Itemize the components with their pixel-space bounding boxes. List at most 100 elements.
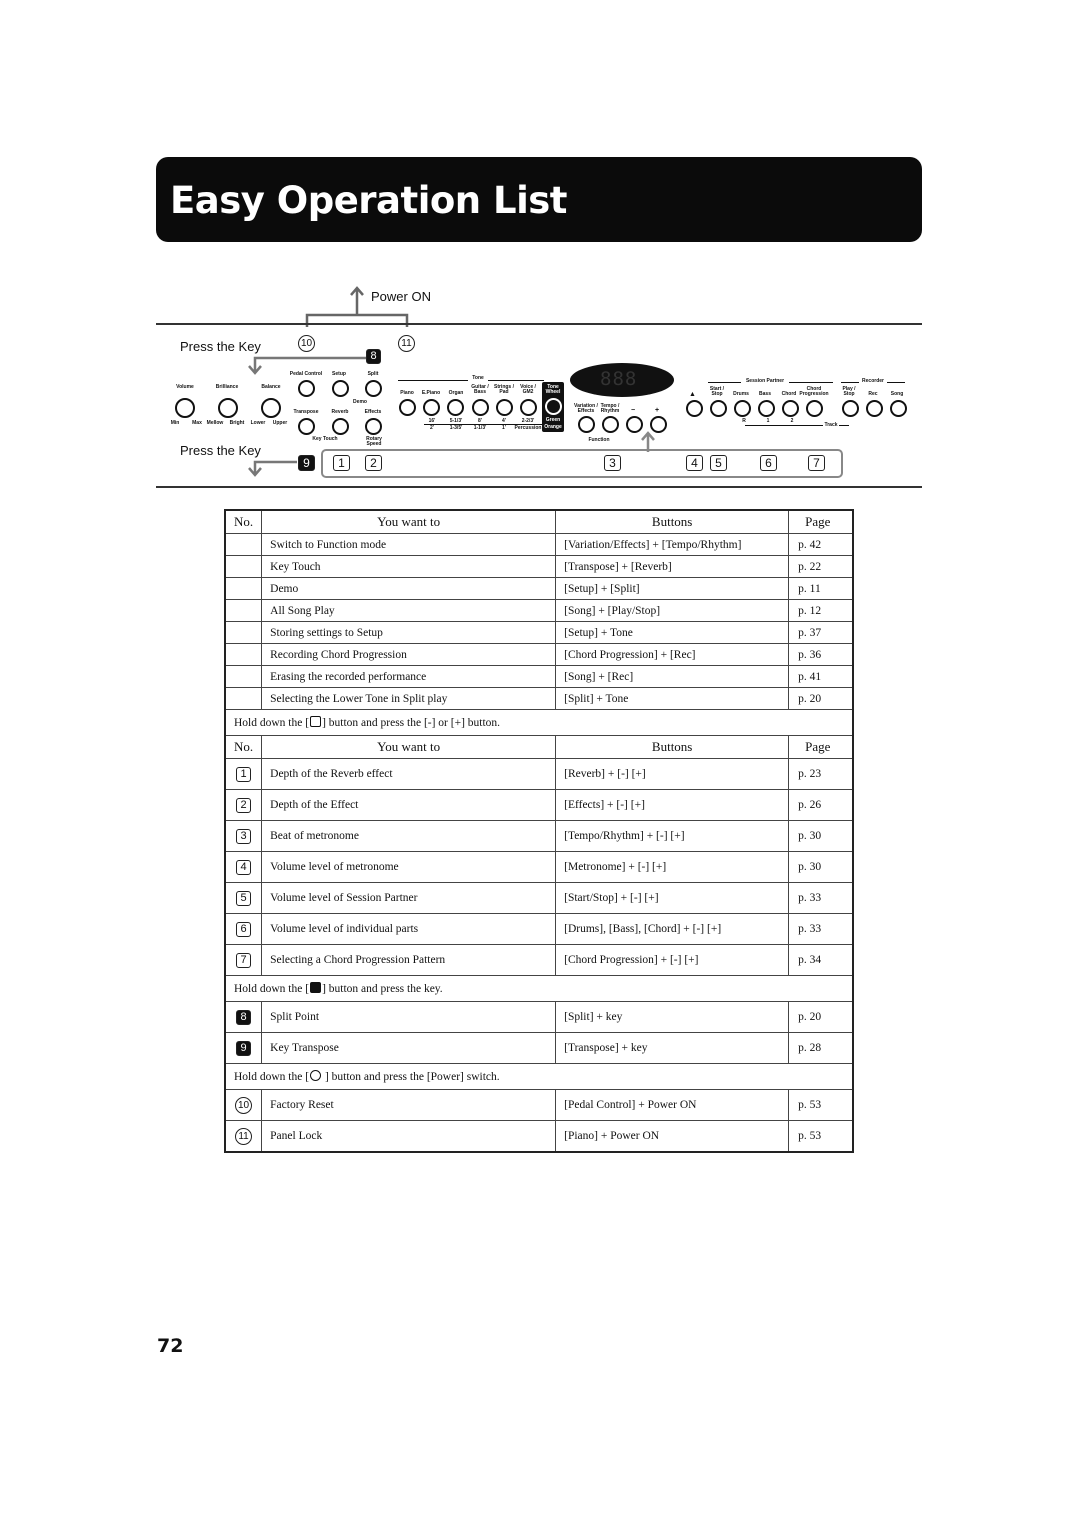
operations-table: No. You want to Buttons Page Switch to F…	[224, 509, 854, 1153]
strings-pad-button[interactable]	[496, 399, 513, 416]
cell-buttons: [Pedal Control] + Power ON	[555, 1089, 790, 1121]
volume-knob[interactable]	[175, 398, 195, 418]
song-button[interactable]	[890, 400, 907, 417]
footage-1-3-5: 1-3/5'	[449, 425, 463, 431]
play-stop-label: Play / Stop	[842, 386, 856, 397]
cell-want: Beat of metronome	[261, 820, 557, 852]
marker-1: 1	[333, 455, 350, 471]
setup-label: Setup	[332, 371, 346, 377]
cell-want: Split Point	[261, 1001, 557, 1033]
chord-progression-button[interactable]	[806, 400, 823, 417]
brilliance-knob[interactable]	[218, 398, 238, 418]
cell-want: Volume level of individual parts	[261, 913, 557, 945]
chord-button[interactable]	[782, 400, 799, 417]
cell-page: p. 23	[788, 758, 854, 790]
metronome-button[interactable]	[686, 400, 703, 417]
divider-bottom	[156, 486, 922, 488]
row-number-badge: 1	[236, 766, 252, 782]
cell-page: p. 11	[788, 577, 854, 600]
variation-effects-button[interactable]	[578, 416, 595, 433]
table-row: 4 Volume level of metronome [Metronome] + …	[224, 851, 854, 883]
piano-button[interactable]	[399, 399, 416, 416]
organ-button[interactable]	[447, 399, 464, 416]
tempo-rhythm-button[interactable]	[602, 416, 619, 433]
track-1: 1	[766, 418, 770, 424]
tone-wheel-green: Green	[545, 417, 561, 423]
session-recorder-group: Session Partner Recorder ▲ Start / Stop …	[683, 378, 913, 428]
table-row: 7 Selecting a Chord Progression Pattern [C…	[224, 944, 854, 976]
cell-buttons: [Drums], [Bass], [Chord] + [-] [+]	[555, 913, 790, 945]
cell-buttons: [Setup] + [Split]	[555, 577, 790, 600]
marker-5: 5	[710, 455, 727, 471]
cell-no: 11	[224, 1120, 263, 1153]
cell-no: 8	[224, 1001, 263, 1033]
guitar-bass-button[interactable]	[472, 399, 489, 416]
row-number-badge: 5	[236, 890, 252, 906]
play-stop-button[interactable]	[842, 400, 859, 417]
reverb-button[interactable]	[332, 418, 349, 435]
marker-11: 11	[398, 335, 415, 352]
bass-button[interactable]	[758, 400, 775, 417]
row-number-badge: 2	[236, 797, 252, 813]
effects-button[interactable]	[365, 418, 382, 435]
setup-button[interactable]	[332, 380, 349, 397]
percussion-label: Percussion	[514, 425, 542, 431]
variation-effects-label: Variation / Effects	[574, 403, 598, 414]
balance-knob[interactable]	[261, 398, 281, 418]
track-label: Track	[823, 422, 839, 428]
cell-page: p. 53	[788, 1089, 854, 1121]
epiano-button[interactable]	[423, 399, 440, 416]
cell-no	[224, 643, 263, 666]
start-stop-label: Start / Stop	[709, 386, 725, 397]
note-text: Hold down the [] button and press the ke…	[224, 975, 854, 1002]
drums-label: Drums	[733, 391, 749, 397]
header-no: No.	[224, 509, 263, 534]
drums-button[interactable]	[734, 400, 751, 417]
cell-no	[224, 599, 263, 622]
marker-2: 2	[365, 455, 382, 471]
cell-buttons: [Variation/Effects] + [Tempo/Rhythm]	[555, 533, 790, 556]
knob-balance-max: Upper	[272, 420, 288, 426]
display-text: 888	[600, 368, 638, 390]
header-page: Page	[788, 735, 854, 759]
session-partner-label: Session Partner	[741, 379, 789, 384]
note-row-2: Hold down the [] button and press the ke…	[224, 975, 854, 1002]
tone-group: Tone Piano E.Piano Organ Guitar / Bass S…	[398, 376, 566, 432]
row-number-badge: 9	[236, 1040, 252, 1056]
cell-page: p. 26	[788, 789, 854, 821]
pedal-control-button[interactable]	[298, 380, 315, 397]
marker-10: 10	[298, 335, 315, 352]
knob-volume-label: Volume	[176, 384, 194, 390]
track-r: R	[742, 418, 746, 424]
cell-buttons: [Chord Progression] + [-] [+]	[555, 944, 790, 976]
cell-no	[224, 621, 263, 644]
start-stop-button[interactable]	[710, 400, 727, 417]
table-row: Demo [Setup] + [Split] p. 11	[224, 577, 854, 600]
tone-group-label: Tone	[468, 376, 488, 381]
square-button-icon	[310, 716, 322, 727]
header-want: You want to	[261, 509, 557, 534]
cell-want: Demo	[261, 577, 557, 600]
voice-gm2-button[interactable]	[520, 399, 537, 416]
knob-volume-min: Min	[170, 420, 180, 426]
tone-wheel-label: Tone Wheel	[545, 384, 561, 395]
circle-button-icon	[310, 1070, 322, 1081]
row-number-badge: 4	[236, 859, 252, 875]
cell-buttons: [Song] + [Play/Stop]	[555, 599, 790, 622]
footage-16: 16'	[428, 418, 436, 424]
strings-pad-label: Strings / Pad	[493, 384, 514, 395]
header-buttons: Buttons	[555, 735, 790, 759]
chord-progression-label: Chord Progression	[799, 386, 829, 397]
row-number-badge: 7	[236, 952, 252, 968]
note-row-3: Hold down the [ ] button and press the […	[224, 1063, 854, 1090]
tone-wheel-button[interactable]	[545, 398, 562, 415]
cell-page: p. 20	[788, 1001, 854, 1033]
rec-button[interactable]	[866, 400, 883, 417]
cell-buttons: [Effects] + [-] [+]	[555, 789, 790, 821]
row-number-badge: 3	[236, 828, 252, 844]
function-label: Function	[588, 437, 610, 443]
title-bar: Easy Operation List	[156, 157, 922, 242]
split-button[interactable]	[365, 380, 382, 397]
transpose-button[interactable]	[298, 418, 315, 435]
cell-no: 2	[224, 789, 263, 821]
